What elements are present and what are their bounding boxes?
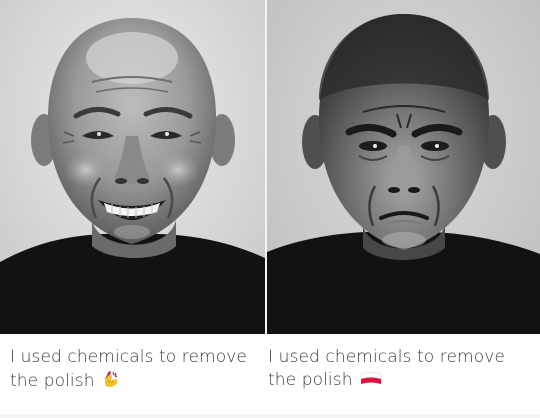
left-caption-line-2: the polish — [10, 369, 260, 396]
right-photo-panel — [267, 0, 540, 334]
right-caption-line-1: I used chemicals to remove — [268, 347, 505, 367]
right-caption-line-2-text: the polish — [268, 370, 353, 390]
left-caption-line-1: I used chemicals to remove — [10, 347, 247, 367]
meme-image: I used chemicals to remove the polish I … — [0, 0, 540, 418]
bottom-edge — [0, 414, 540, 418]
right-caption: I used chemicals to remove the polish — [268, 346, 536, 395]
nail-polish-emoji-icon — [101, 369, 121, 396]
left-photo-panel — [0, 0, 265, 334]
left-caption-line-2-text: the polish — [10, 371, 95, 391]
smiling-man-portrait — [0, 0, 265, 334]
left-caption: I used chemicals to remove the polish — [10, 346, 260, 396]
right-caption-line-2: the polish — [268, 369, 536, 395]
frowning-man-portrait — [267, 0, 540, 334]
poland-flag-emoji-icon — [359, 370, 383, 395]
